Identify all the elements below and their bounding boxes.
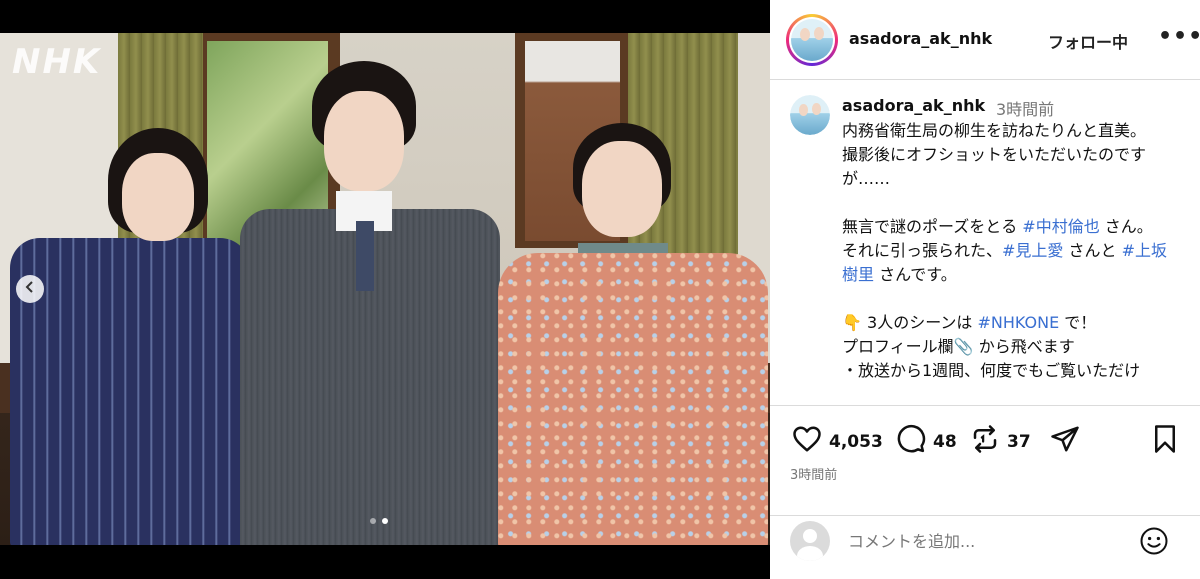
user-avatar — [790, 521, 830, 561]
person-center — [240, 61, 500, 545]
share-icon — [1050, 424, 1080, 459]
carousel-prev-button[interactable] — [16, 275, 44, 303]
caption-username[interactable]: asadora_ak_nhk — [842, 96, 985, 115]
repost-button[interactable]: 37 — [970, 424, 1031, 459]
share-button[interactable] — [1050, 424, 1080, 459]
post-panel: asadora_ak_nhk フォロー中 ••• asadora_ak_nhk … — [770, 0, 1200, 579]
like-button[interactable]: 4,053 — [792, 424, 883, 459]
post-photo — [0, 33, 770, 545]
following-button[interactable]: フォロー中 — [1048, 29, 1128, 53]
action-bar: 4,053 48 37 3時間前 — [770, 405, 1200, 515]
post-media[interactable]: NHK — [0, 0, 770, 579]
repost-count: 37 — [1007, 431, 1031, 452]
carousel-indicator — [370, 518, 388, 524]
comment-input[interactable] — [848, 528, 1118, 554]
heart-icon — [792, 424, 822, 459]
save-button[interactable] — [1150, 424, 1180, 459]
hashtag-link[interactable]: #見上愛 — [1002, 241, 1063, 260]
caption-text: 内務省衛生局の柳生を訪ねたりんと直美。 撮影後にオフショットをいただいたのですが… — [842, 121, 1168, 380]
caption-time: 3時間前 — [996, 100, 1055, 119]
header-username[interactable]: asadora_ak_nhk — [849, 29, 992, 48]
bookmark-icon — [1150, 424, 1180, 459]
person-right — [498, 123, 768, 545]
posted-time: 3時間前 — [790, 468, 838, 483]
chevron-left-icon — [24, 281, 36, 297]
carousel-dot — [370, 518, 376, 524]
comment-icon — [896, 424, 926, 459]
hashtag-link[interactable]: #NHKONE — [977, 313, 1059, 332]
comment-button[interactable]: 48 — [896, 424, 957, 459]
comment-composer — [770, 515, 1200, 579]
caption-section: asadora_ak_nhk 3時間前 内務省衛生局の柳生を訪ねたりんと直美。 … — [770, 80, 1200, 405]
more-options-icon[interactable]: ••• — [1158, 24, 1200, 49]
comment-count: 48 — [933, 431, 957, 452]
repost-icon — [970, 424, 1000, 459]
emoji-icon[interactable] — [1139, 526, 1169, 556]
profile-avatar[interactable] — [786, 14, 838, 66]
carousel-dot-active — [382, 518, 388, 524]
caption-avatar[interactable] — [790, 95, 830, 135]
post-header: asadora_ak_nhk フォロー中 ••• — [770, 0, 1200, 80]
hashtag-link[interactable]: #中村倫也 — [1022, 217, 1099, 236]
nhk-logo: NHK — [12, 42, 102, 82]
like-count: 4,053 — [829, 431, 883, 452]
person-left — [10, 128, 250, 545]
